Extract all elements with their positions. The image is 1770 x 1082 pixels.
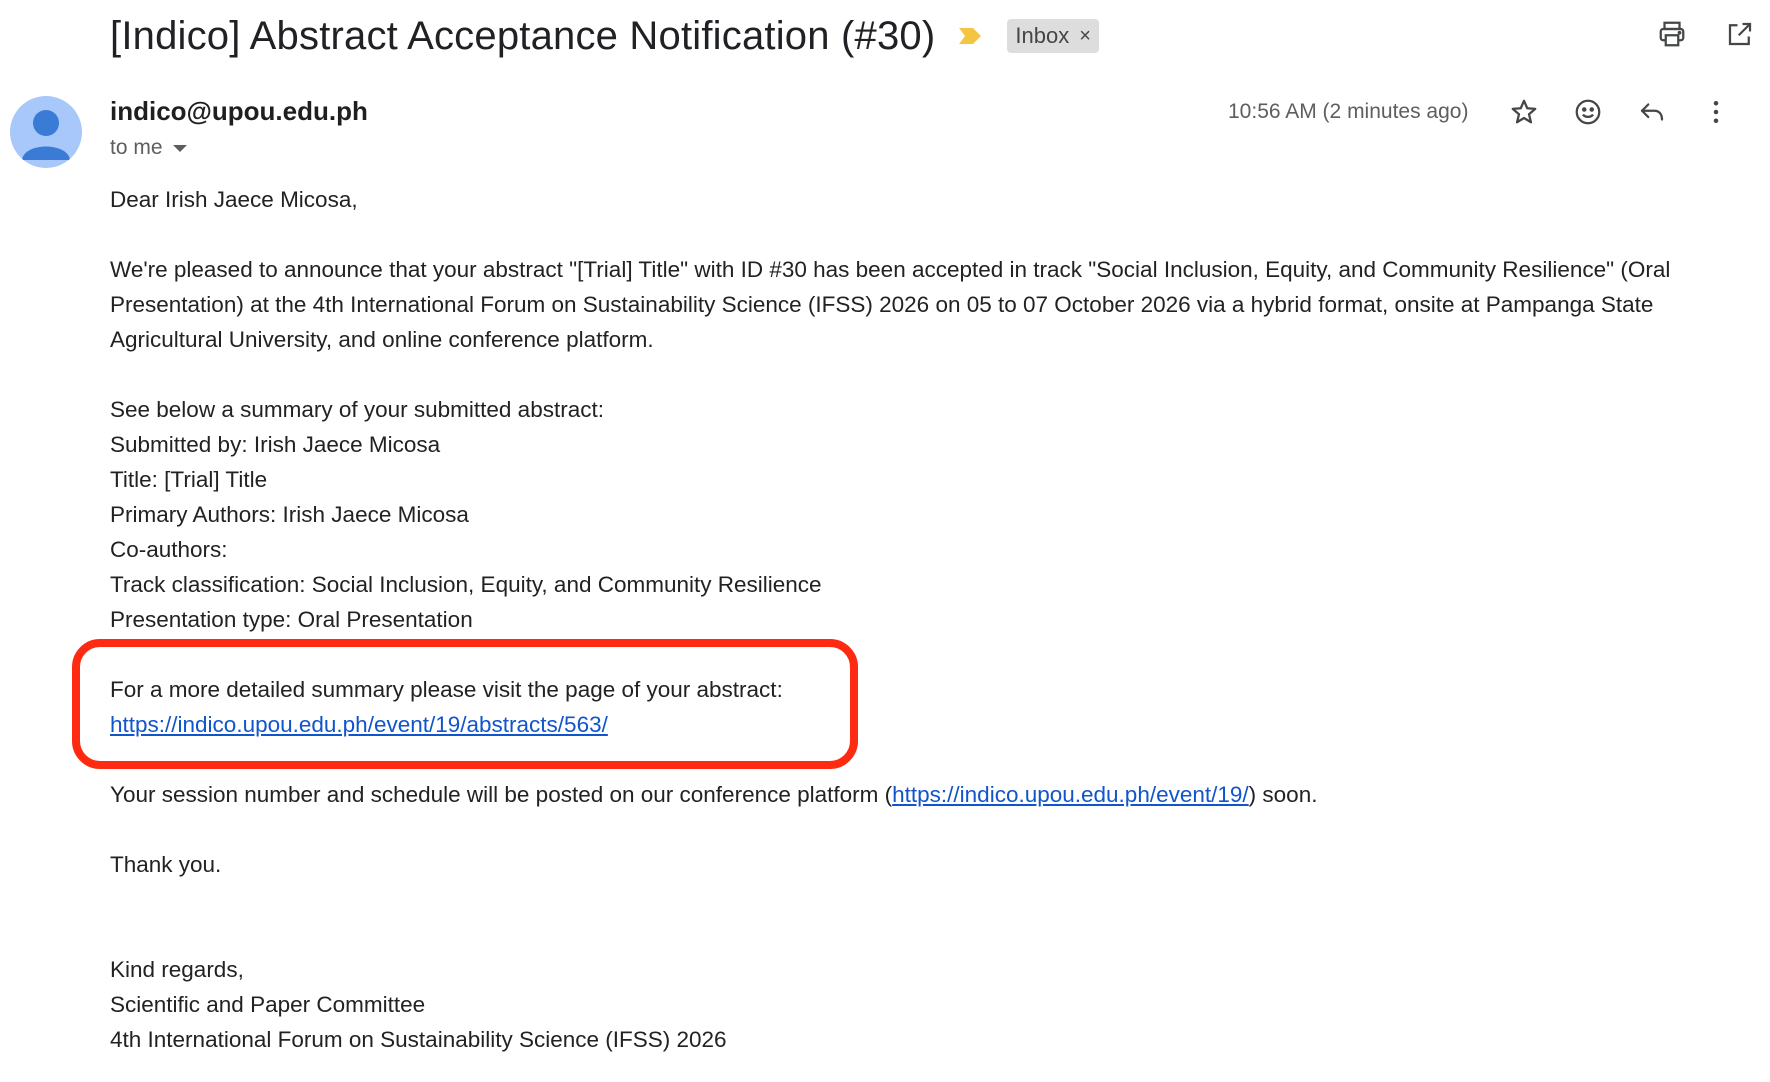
intro-paragraph: We're pleased to announce that your abst… [110, 257, 1671, 352]
summary-primary-authors: Primary Authors: Irish Jaece Micosa [110, 502, 469, 527]
open-in-new-window-icon[interactable] [1720, 14, 1760, 54]
email-body: Dear Irish Jaece Micosa, We're pleased t… [72, 182, 1750, 1057]
greeting: Dear Irish Jaece Micosa, [110, 187, 358, 212]
session-text-before: Your session number and schedule will be… [110, 782, 893, 807]
reply-icon[interactable] [1632, 92, 1672, 132]
inbox-label-text: Inbox [1015, 23, 1070, 48]
chevron-down-icon [172, 144, 187, 152]
summary-presentation-type: Presentation type: Oral Presentation [110, 607, 473, 632]
summary-heading: See below a summary of your submitted ab… [110, 397, 604, 422]
session-paragraph: Your session number and schedule will be… [110, 777, 1750, 812]
default-avatar-icon[interactable] [10, 96, 82, 168]
subject-row: [Indico] Abstract Acceptance Notificatio… [110, 6, 1099, 66]
emoji-reaction-icon[interactable] [1568, 92, 1608, 132]
importance-marker-icon[interactable] [957, 26, 983, 46]
session-text-after: ) soon. [1248, 782, 1318, 807]
remove-label-button[interactable]: × [1079, 22, 1091, 50]
summary-title: Title: [Trial] Title [110, 467, 268, 492]
signoff: Kind regards, [110, 957, 244, 982]
event-page-link[interactable]: https://indico.upou.edu.ph/event/19/ [892, 782, 1249, 807]
summary-co-authors: Co-authors: [110, 537, 228, 562]
email-subject: [Indico] Abstract Acceptance Notificatio… [110, 13, 936, 58]
committee-name: Scientific and Paper Committee [110, 992, 426, 1017]
more-vertical-icon[interactable] [1696, 92, 1736, 132]
sender-email[interactable]: indico@upou.edu.ph [110, 96, 368, 127]
star-icon[interactable] [1504, 92, 1544, 132]
detail-text: For a more detailed summary please visit… [110, 677, 783, 702]
message-timestamp: 10:56 AM (2 minutes ago) [1228, 100, 1469, 123]
summary-submitted-by: Submitted by: Irish Jaece Micosa [110, 432, 441, 457]
abstract-page-link[interactable]: https://indico.upou.edu.ph/event/19/abst… [110, 712, 608, 737]
summary-track: Track classification: Social Inclusion, … [110, 572, 822, 597]
thread-actions [1652, 14, 1760, 54]
print-icon[interactable] [1652, 14, 1692, 54]
recipient-details-toggle[interactable]: to me [110, 136, 187, 160]
recipient-line: to me [110, 136, 163, 159]
thank-you: Thank you. [110, 852, 222, 877]
email-view: [Indico] Abstract Acceptance Notificatio… [0, 0, 1770, 1082]
abstract-link-section: For a more detailed summary please visit… [72, 639, 1750, 769]
inbox-label-chip: Inbox × [1007, 19, 1099, 53]
message-actions [1504, 92, 1736, 132]
event-name: 4th International Forum on Sustainabilit… [110, 1027, 727, 1052]
